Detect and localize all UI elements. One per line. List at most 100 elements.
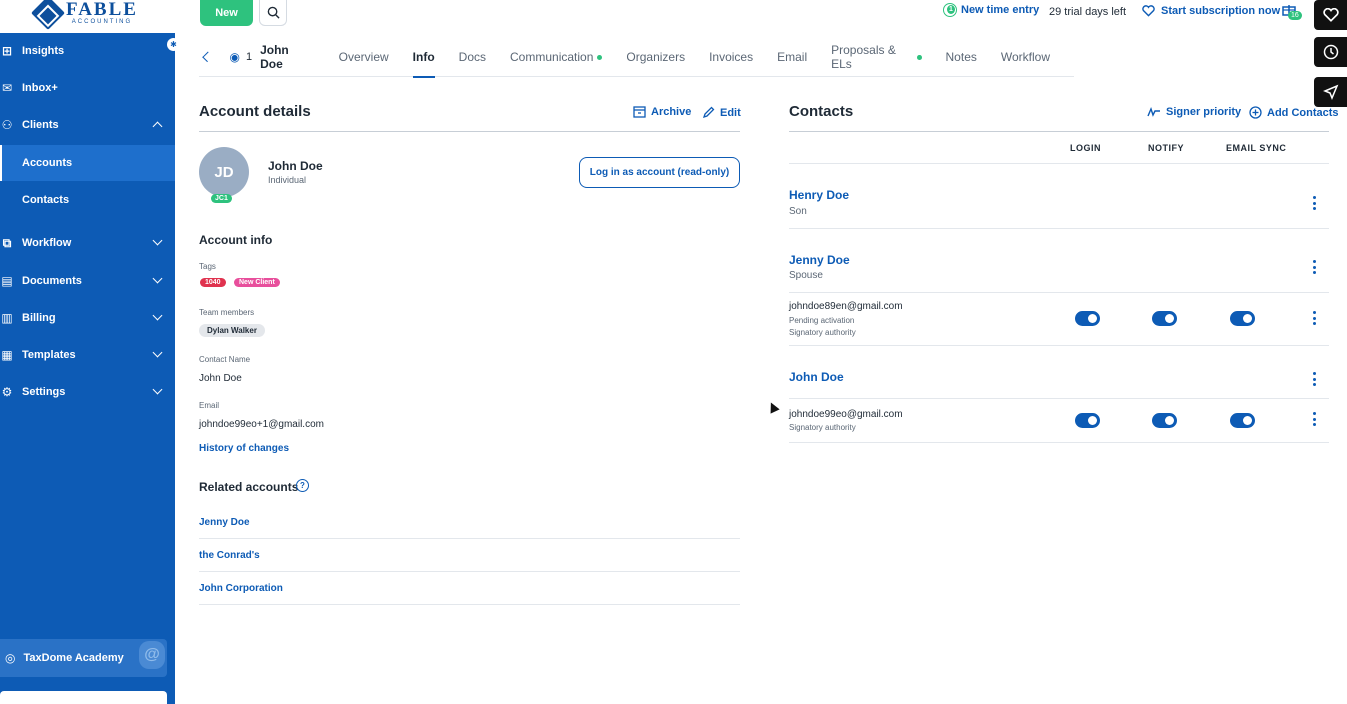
related-account-row[interactable]: John Corporation [199,572,740,605]
new-time-entry-button[interactable]: New time entry [943,3,1039,17]
add-contacts-button[interactable]: Add Contacts [1249,106,1339,119]
team-members-label: Team members [199,308,255,317]
contact-status: Pending activation [789,316,855,325]
brand-logo[interactable]: FABLE ACCOUNTING [31,0,138,30]
tab-organizers[interactable]: Organizers [626,38,685,77]
more-options-icon[interactable] [1312,412,1316,426]
send-icon [1322,84,1338,100]
trial-days-text: 29 trial days left [1049,6,1127,18]
email-sync-toggle[interactable] [1230,413,1255,428]
email-label: Email [199,401,220,410]
mouse-cursor-icon [766,400,780,414]
contact-row [789,346,1329,399]
contact-role: Signatory authority [789,423,856,432]
tab-invoices[interactable]: Invoices [709,38,753,77]
more-options-icon[interactable] [1312,311,1316,325]
contact-row [789,229,1329,293]
sidebar-item-inbox[interactable]: ✉ Inbox+ [0,70,175,106]
tags-label: Tags [199,262,216,271]
contact-email: johndoe89en@gmail.com [789,301,903,312]
client-tabs: ◉ 1 John Doe Overview Info Docs Communic… [199,38,1074,78]
chevron-down-icon [152,347,163,358]
notify-toggle[interactable] [1152,311,1177,326]
gift-button[interactable]: 16 [1282,2,1302,24]
sidebar-item-templates[interactable]: ▦ Templates [0,337,175,373]
notify-toggle[interactable] [1152,413,1177,428]
more-options-icon[interactable] [1312,260,1316,274]
tab-email[interactable]: Email [777,38,807,77]
team-member-chip[interactable]: Dylan Walker [199,324,265,337]
unread-dot [597,54,603,60]
tag-badge[interactable]: 1040 [200,278,226,287]
sidebar-item-workflow[interactable]: ⧉ Workflow [0,225,175,261]
academy-icon: ◎ [5,651,16,665]
help-icon[interactable]: ? [296,479,309,492]
sidebar: ⊞ Insights ✉ Inbox+ ⚇ Clients Accounts C… [0,33,175,704]
pencil-icon [702,106,715,119]
sidebar-item-billing[interactable]: ▥ Billing [0,300,175,336]
back-arrow-icon[interactable] [202,51,214,63]
contact-name-link[interactable]: Henry Doe [789,188,849,202]
archive-button[interactable]: Archive [633,106,691,118]
contact-name-label: Contact Name [199,355,251,364]
clock-tool-button[interactable] [1314,37,1347,67]
related-account-row[interactable]: the Conrad's [199,539,740,572]
sidebar-item-documents[interactable]: ▤ Documents [0,263,175,299]
user-profile-card[interactable] [0,691,167,704]
unread-dot [916,54,922,60]
email-value: johndoe99eo+1@gmail.com [199,419,324,430]
tab-docs[interactable]: Docs [459,38,486,77]
history-of-changes-link[interactable]: History of changes [199,443,289,454]
tab-info[interactable]: Info [412,38,435,78]
chevron-down-icon [152,273,163,284]
contact-role: Signatory authority [789,328,856,337]
contact-name-link[interactable]: John Doe [789,370,844,384]
new-button[interactable]: New [200,0,253,26]
more-options-icon[interactable] [1312,196,1316,210]
heart-icon [1142,5,1155,17]
taxdome-academy-button[interactable]: ◎ TaxDome Academy @ [0,639,167,677]
tab-workflow[interactable]: Workflow [1001,38,1050,77]
favorites-tool-button[interactable] [1314,0,1347,30]
login-toggle[interactable] [1075,413,1100,428]
client-name: John Doe [260,43,289,71]
workflow-icon: ⧉ [2,235,12,250]
sidebar-item-accounts[interactable]: Accounts [0,145,175,181]
sidebar-item-settings[interactable]: ⚙ Settings [0,374,175,410]
sidebar-item-insights[interactable]: ⊞ Insights [0,33,175,69]
divider [199,131,740,132]
sidebar-item-contacts[interactable]: Contacts [0,182,175,218]
subscription-label: Start subscription now [1161,5,1281,17]
tag-badge[interactable]: New Client [234,278,280,287]
tab-proposals[interactable]: Proposals & ELs [831,38,922,77]
sidebar-item-label: Insights [22,45,65,57]
eye-icon: ◉ [229,50,240,64]
clients-icon: ⚇ [1,118,13,132]
pin-sidebar-icon[interactable]: ✱ [167,38,180,51]
login-toggle[interactable] [1075,311,1100,326]
email-sync-toggle[interactable] [1230,311,1255,326]
contact-name-link[interactable]: Jenny Doe [789,253,850,267]
logo-text: FABLE [66,0,138,20]
account-details-title: Account details [199,103,311,120]
account-type: Individual [268,175,307,185]
chevron-up-icon [152,121,163,132]
related-accounts-heading: Related accounts [199,480,299,494]
edit-button[interactable]: Edit [702,106,741,119]
sidebar-item-label: Templates [22,349,76,361]
login-as-account-button[interactable]: Log in as account (read-only) [579,157,740,188]
more-options-icon[interactable] [1312,372,1316,386]
search-button[interactable] [259,0,287,26]
chevron-down-icon [152,384,163,395]
heart-icon [1322,8,1339,22]
tab-overview[interactable]: Overview [339,38,389,77]
related-account-row[interactable]: Jenny Doe [199,506,740,539]
send-tool-button[interactable] [1314,77,1347,107]
tab-notes[interactable]: Notes [946,38,977,77]
signer-priority-button[interactable]: Signer priority [1147,106,1241,118]
start-subscription-link[interactable]: Start subscription now [1142,5,1280,17]
sidebar-item-clients[interactable]: ⚇ Clients [0,107,175,143]
tab-communication[interactable]: Communication [510,38,603,77]
contact-email: johndoe99eo@gmail.com [789,409,903,420]
contacts-title: Contacts [789,103,854,120]
